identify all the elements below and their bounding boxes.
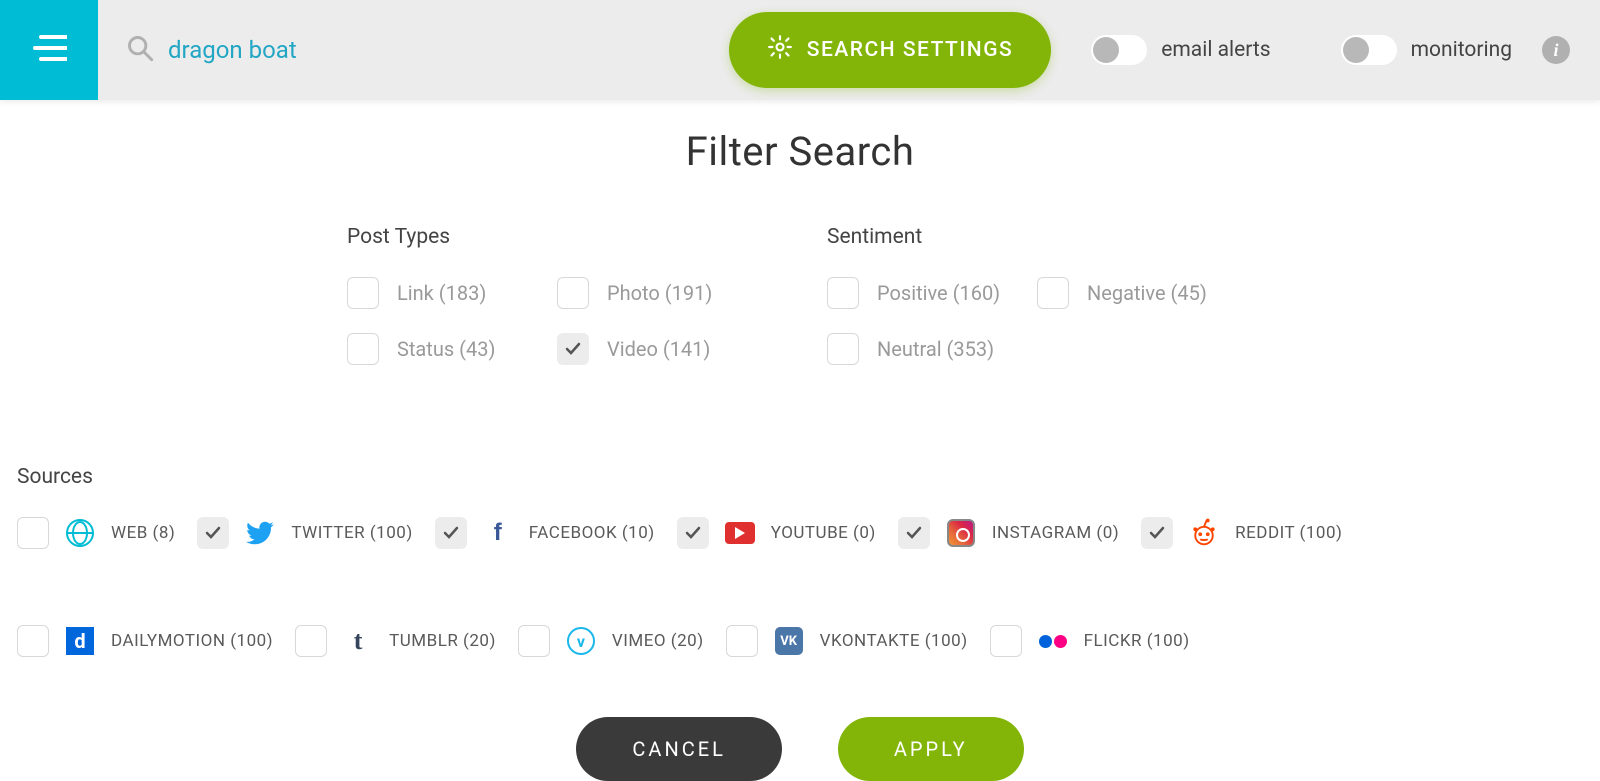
hamburger-icon [31,33,67,67]
source-web: WEB (8) [17,517,175,549]
tumblr-icon: t [343,626,373,656]
monitoring-group: monitoring [1341,35,1512,65]
source-twitter-checkbox[interactable] [197,517,229,549]
youtube-icon [725,518,755,548]
post-type-video-label: Video (141) [607,337,710,361]
menu-button[interactable] [0,0,98,100]
source-tumblr-label: TUMBLR (20) [389,631,496,651]
sentiment-negative-checkbox[interactable] [1037,277,1069,309]
source-reddit-label: REDDIT (100) [1235,523,1342,543]
apply-button[interactable]: APPLY [838,717,1024,781]
sentiment-section: Sentiment Positive (160) Negative (45) N… [827,225,1247,365]
instagram-icon [946,518,976,548]
source-youtube-checkbox[interactable] [677,517,709,549]
action-buttons: CANCEL APPLY [0,717,1600,781]
facebook-icon: f [483,518,513,548]
post-type-photo-checkbox[interactable] [557,277,589,309]
source-youtube-label: YOUTUBE (0) [771,523,876,543]
source-twitter: TWITTER (100) [197,517,412,549]
email-alerts-group: email alerts [1091,35,1270,65]
source-vimeo-checkbox[interactable] [518,625,550,657]
source-facebook: f FACEBOOK (10) [435,517,655,549]
sentiment-heading: Sentiment [827,225,1247,249]
post-type-link-label: Link (183) [397,281,486,305]
source-vkontakte: VK VKONTAKTE (100) [726,625,968,657]
sentiment-neutral-label: Neutral (353) [877,337,994,361]
info-icon[interactable]: i [1542,36,1570,64]
source-flickr-label: FLICKR (100) [1084,631,1190,651]
source-tumblr-checkbox[interactable] [295,625,327,657]
post-type-video: Video (141) [557,333,767,365]
sentiment-neutral-checkbox[interactable] [827,333,859,365]
dailymotion-icon: d [65,626,95,656]
email-alerts-toggle[interactable] [1091,35,1147,65]
source-vkontakte-checkbox[interactable] [726,625,758,657]
source-reddit-checkbox[interactable] [1141,517,1173,549]
reddit-icon [1189,518,1219,548]
sentiment-negative: Negative (45) [1037,277,1247,309]
source-vimeo-label: VIMEO (20) [612,631,704,651]
source-facebook-checkbox[interactable] [435,517,467,549]
post-type-link-checkbox[interactable] [347,277,379,309]
sentiment-positive: Positive (160) [827,277,1037,309]
source-flickr-checkbox[interactable] [990,625,1022,657]
twitter-icon [245,518,275,548]
post-type-video-checkbox[interactable] [557,333,589,365]
post-type-photo: Photo (191) [557,277,767,309]
source-web-checkbox[interactable] [17,517,49,549]
source-dailymotion-label: DAILYMOTION (100) [111,631,273,651]
flickr-icon [1038,626,1068,656]
search-input[interactable] [168,36,568,64]
sentiment-positive-checkbox[interactable] [827,277,859,309]
monitoring-label: monitoring [1411,38,1512,62]
sentiment-negative-label: Negative (45) [1087,281,1207,305]
email-alerts-label: email alerts [1161,38,1270,62]
post-type-photo-label: Photo (191) [607,281,712,305]
cancel-button[interactable]: CANCEL [576,717,782,781]
gear-icon [767,34,793,66]
web-icon [65,518,95,548]
source-instagram-checkbox[interactable] [898,517,930,549]
search-icon [126,34,154,66]
header-bar: SEARCH SETTINGS email alerts monitoring … [0,0,1600,100]
source-vkontakte-label: VKONTAKTE (100) [820,631,968,651]
source-twitter-label: TWITTER (100) [291,523,412,543]
post-type-link: Link (183) [347,277,557,309]
source-youtube: YOUTUBE (0) [677,517,876,549]
source-dailymotion: d DAILYMOTION (100) [17,625,273,657]
source-vimeo: v VIMEO (20) [518,625,704,657]
search-settings-label: SEARCH SETTINGS [807,38,1013,62]
post-type-status-label: Status (43) [397,337,495,361]
source-facebook-label: FACEBOOK (10) [529,523,655,543]
post-type-status: Status (43) [347,333,557,365]
source-tumblr: t TUMBLR (20) [295,625,496,657]
source-dailymotion-checkbox[interactable] [17,625,49,657]
post-types-section: Post Types Link (183) Photo (191) Status… [347,225,767,365]
post-types-heading: Post Types [347,225,767,249]
sources-heading: Sources [17,465,1600,489]
page-title: Filter Search [0,128,1600,175]
post-type-status-checkbox[interactable] [347,333,379,365]
source-web-label: WEB (8) [111,523,175,543]
sentiment-positive-label: Positive (160) [877,281,1000,305]
search-settings-button[interactable]: SEARCH SETTINGS [729,12,1051,88]
vkontakte-icon: VK [774,626,804,656]
search-area [126,34,729,66]
source-reddit: REDDIT (100) [1141,517,1342,549]
sentiment-neutral: Neutral (353) [827,333,1037,365]
source-instagram-label: INSTAGRAM (0) [992,523,1119,543]
sources-section: Sources WEB (8) TWITTER (100) f FACEBOOK… [0,465,1600,657]
source-instagram: INSTAGRAM (0) [898,517,1119,549]
vimeo-icon: v [566,626,596,656]
source-flickr: FLICKR (100) [990,625,1190,657]
monitoring-toggle[interactable] [1341,35,1397,65]
